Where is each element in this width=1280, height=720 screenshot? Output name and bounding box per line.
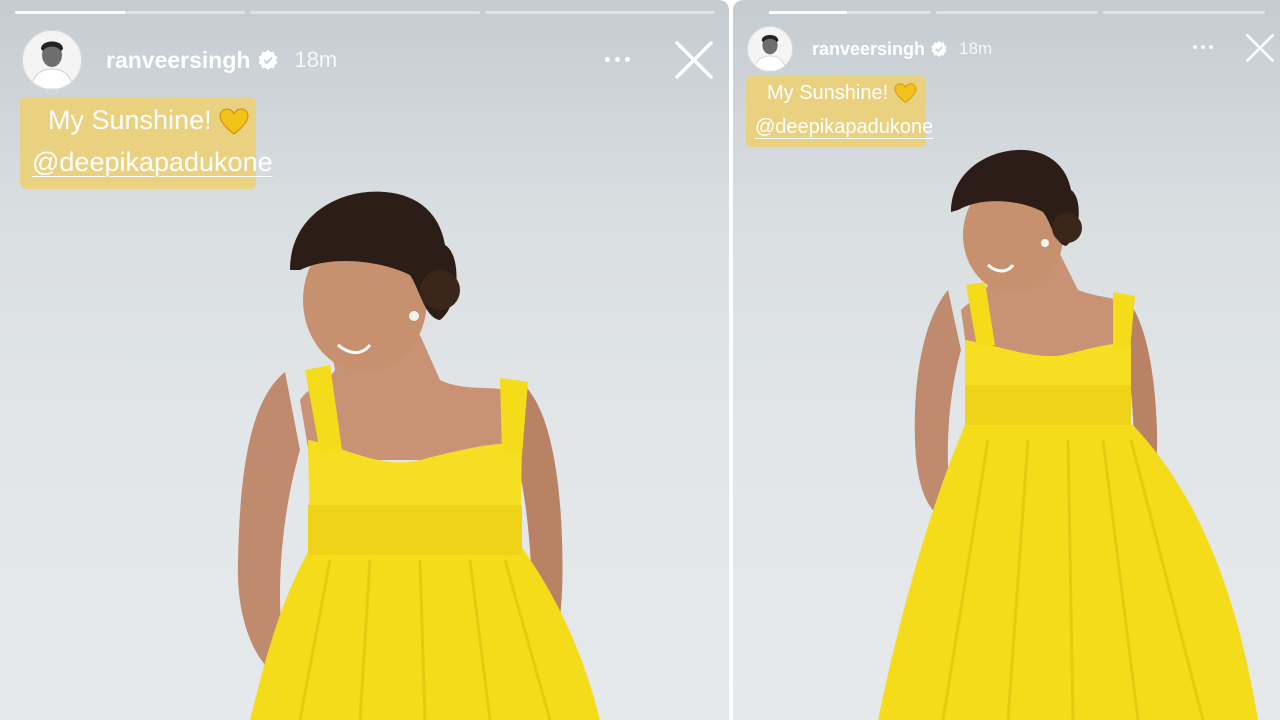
more-options-icon[interactable] — [1193, 45, 1213, 49]
post-time: 18m — [294, 47, 338, 72]
avatar-image — [23, 31, 81, 89]
mention-link[interactable]: @deepikapadukone — [755, 116, 933, 139]
progress-segment — [15, 11, 245, 14]
progress-segment — [1103, 11, 1265, 14]
avatar[interactable] — [747, 26, 793, 72]
caption-sticker: My Sunshine! @deepikapadukone — [20, 97, 273, 189]
more-options-icon[interactable] — [605, 57, 630, 62]
instagram-story-screen: ranveersingh 18m My Sunshine! @deepikapa… — [0, 0, 1280, 720]
story-progress-bar — [15, 11, 715, 14]
verified-badge-icon — [931, 41, 947, 57]
story-header: ranveersingh 18m — [22, 30, 337, 90]
story-panel-left[interactable]: ranveersingh 18m My Sunshine! @deepikapa… — [0, 0, 729, 720]
yellow-heart-icon — [219, 108, 249, 135]
mention-link[interactable]: @deepikapadukone — [32, 147, 273, 178]
story-header: ranveersingh 18m — [747, 26, 992, 72]
avatar-image — [748, 27, 792, 71]
progress-segment — [769, 11, 931, 14]
username[interactable]: ranveersingh — [106, 47, 250, 74]
close-icon[interactable] — [674, 40, 714, 80]
avatar[interactable] — [22, 30, 82, 90]
close-icon[interactable] — [1245, 33, 1275, 63]
progress-segment — [936, 11, 1098, 14]
post-time: 18m — [959, 39, 993, 58]
verified-badge-icon — [258, 50, 278, 70]
story-progress-bar — [769, 11, 1265, 14]
caption-text: My Sunshine! — [767, 82, 889, 104]
caption-sticker: My Sunshine! @deepikapadukone — [746, 76, 933, 147]
yellow-heart-icon — [894, 83, 917, 104]
progress-segment — [485, 11, 715, 14]
progress-segment — [250, 11, 480, 14]
story-panel-right[interactable]: ranveersingh 18m My Sunshine! @deepikapa… — [733, 0, 1280, 720]
username[interactable]: ranveersingh — [812, 39, 925, 60]
caption-text: My Sunshine! — [48, 105, 212, 135]
